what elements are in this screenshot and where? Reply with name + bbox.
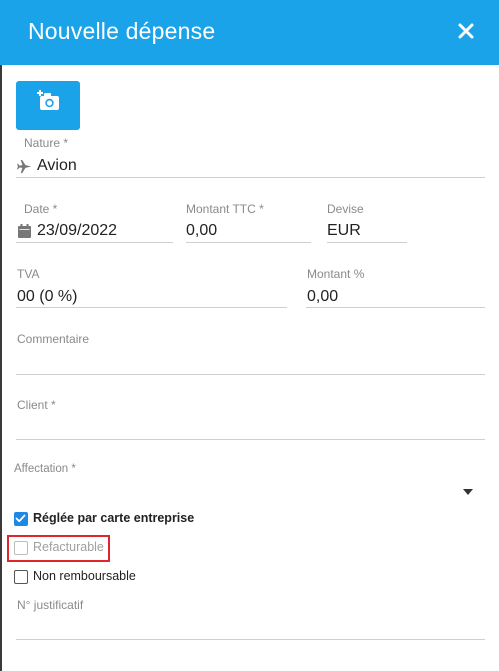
- commentaire-field[interactable]: Commentaire: [16, 331, 485, 375]
- montant-pct-field[interactable]: Montant % 0,00: [306, 266, 485, 308]
- reglee-carte-label: Réglée par carte entreprise: [33, 511, 195, 525]
- justificatif-field[interactable]: N° justificatif: [16, 597, 485, 640]
- dialog-header: Nouvelle dépense: [0, 0, 499, 65]
- window-left-border: [0, 0, 2, 671]
- airplane-icon: [17, 159, 32, 174]
- refacturable-highlight: [7, 535, 110, 562]
- tva-field[interactable]: TVA 00 (0 %): [16, 266, 287, 308]
- nature-label: Nature *: [24, 136, 69, 150]
- montant-ttc-field[interactable]: Montant TTC * 0,00: [186, 200, 311, 243]
- nature-field[interactable]: Nature * Avion: [16, 136, 485, 178]
- dialog-title: Nouvelle dépense: [28, 18, 216, 44]
- date-value: 23/09/2022: [37, 222, 118, 239]
- tva-value: 00 (0 %): [17, 288, 78, 305]
- non-remboursable-label: Non remboursable: [33, 569, 136, 583]
- client-field[interactable]: Client *: [16, 397, 485, 440]
- checkmark-icon: [15, 514, 26, 523]
- justificatif-label: N° justificatif: [17, 598, 84, 612]
- tva-label: TVA: [17, 267, 40, 281]
- affectation-select[interactable]: Affectation *: [13, 462, 485, 502]
- date-field[interactable]: Date * 23/09/2022: [16, 200, 173, 243]
- client-label: Client *: [17, 398, 56, 412]
- affectation-label: Affectation *: [14, 463, 76, 475]
- montant-pct-value: 0,00: [307, 288, 339, 305]
- devise-label: Devise: [327, 202, 364, 216]
- date-label: Date *: [24, 202, 58, 216]
- dropdown-arrow-icon: [463, 489, 473, 495]
- close-button[interactable]: [455, 20, 477, 42]
- add-photo-button[interactable]: [16, 81, 80, 130]
- commentaire-label: Commentaire: [17, 332, 90, 346]
- calendar-icon: [18, 224, 31, 238]
- nature-value: Avion: [37, 157, 77, 174]
- non-remboursable-checkbox[interactable]: [14, 570, 28, 584]
- montant-ttc-value: 0,00: [186, 222, 218, 239]
- close-icon: [458, 23, 474, 39]
- add-photo-icon: [37, 90, 59, 110]
- montant-ttc-label: Montant TTC *: [186, 202, 264, 216]
- montant-pct-label: Montant %: [307, 267, 365, 281]
- devise-value: EUR: [327, 222, 361, 239]
- reglee-carte-checkbox[interactable]: [14, 512, 28, 526]
- devise-field[interactable]: Devise EUR: [327, 200, 407, 243]
